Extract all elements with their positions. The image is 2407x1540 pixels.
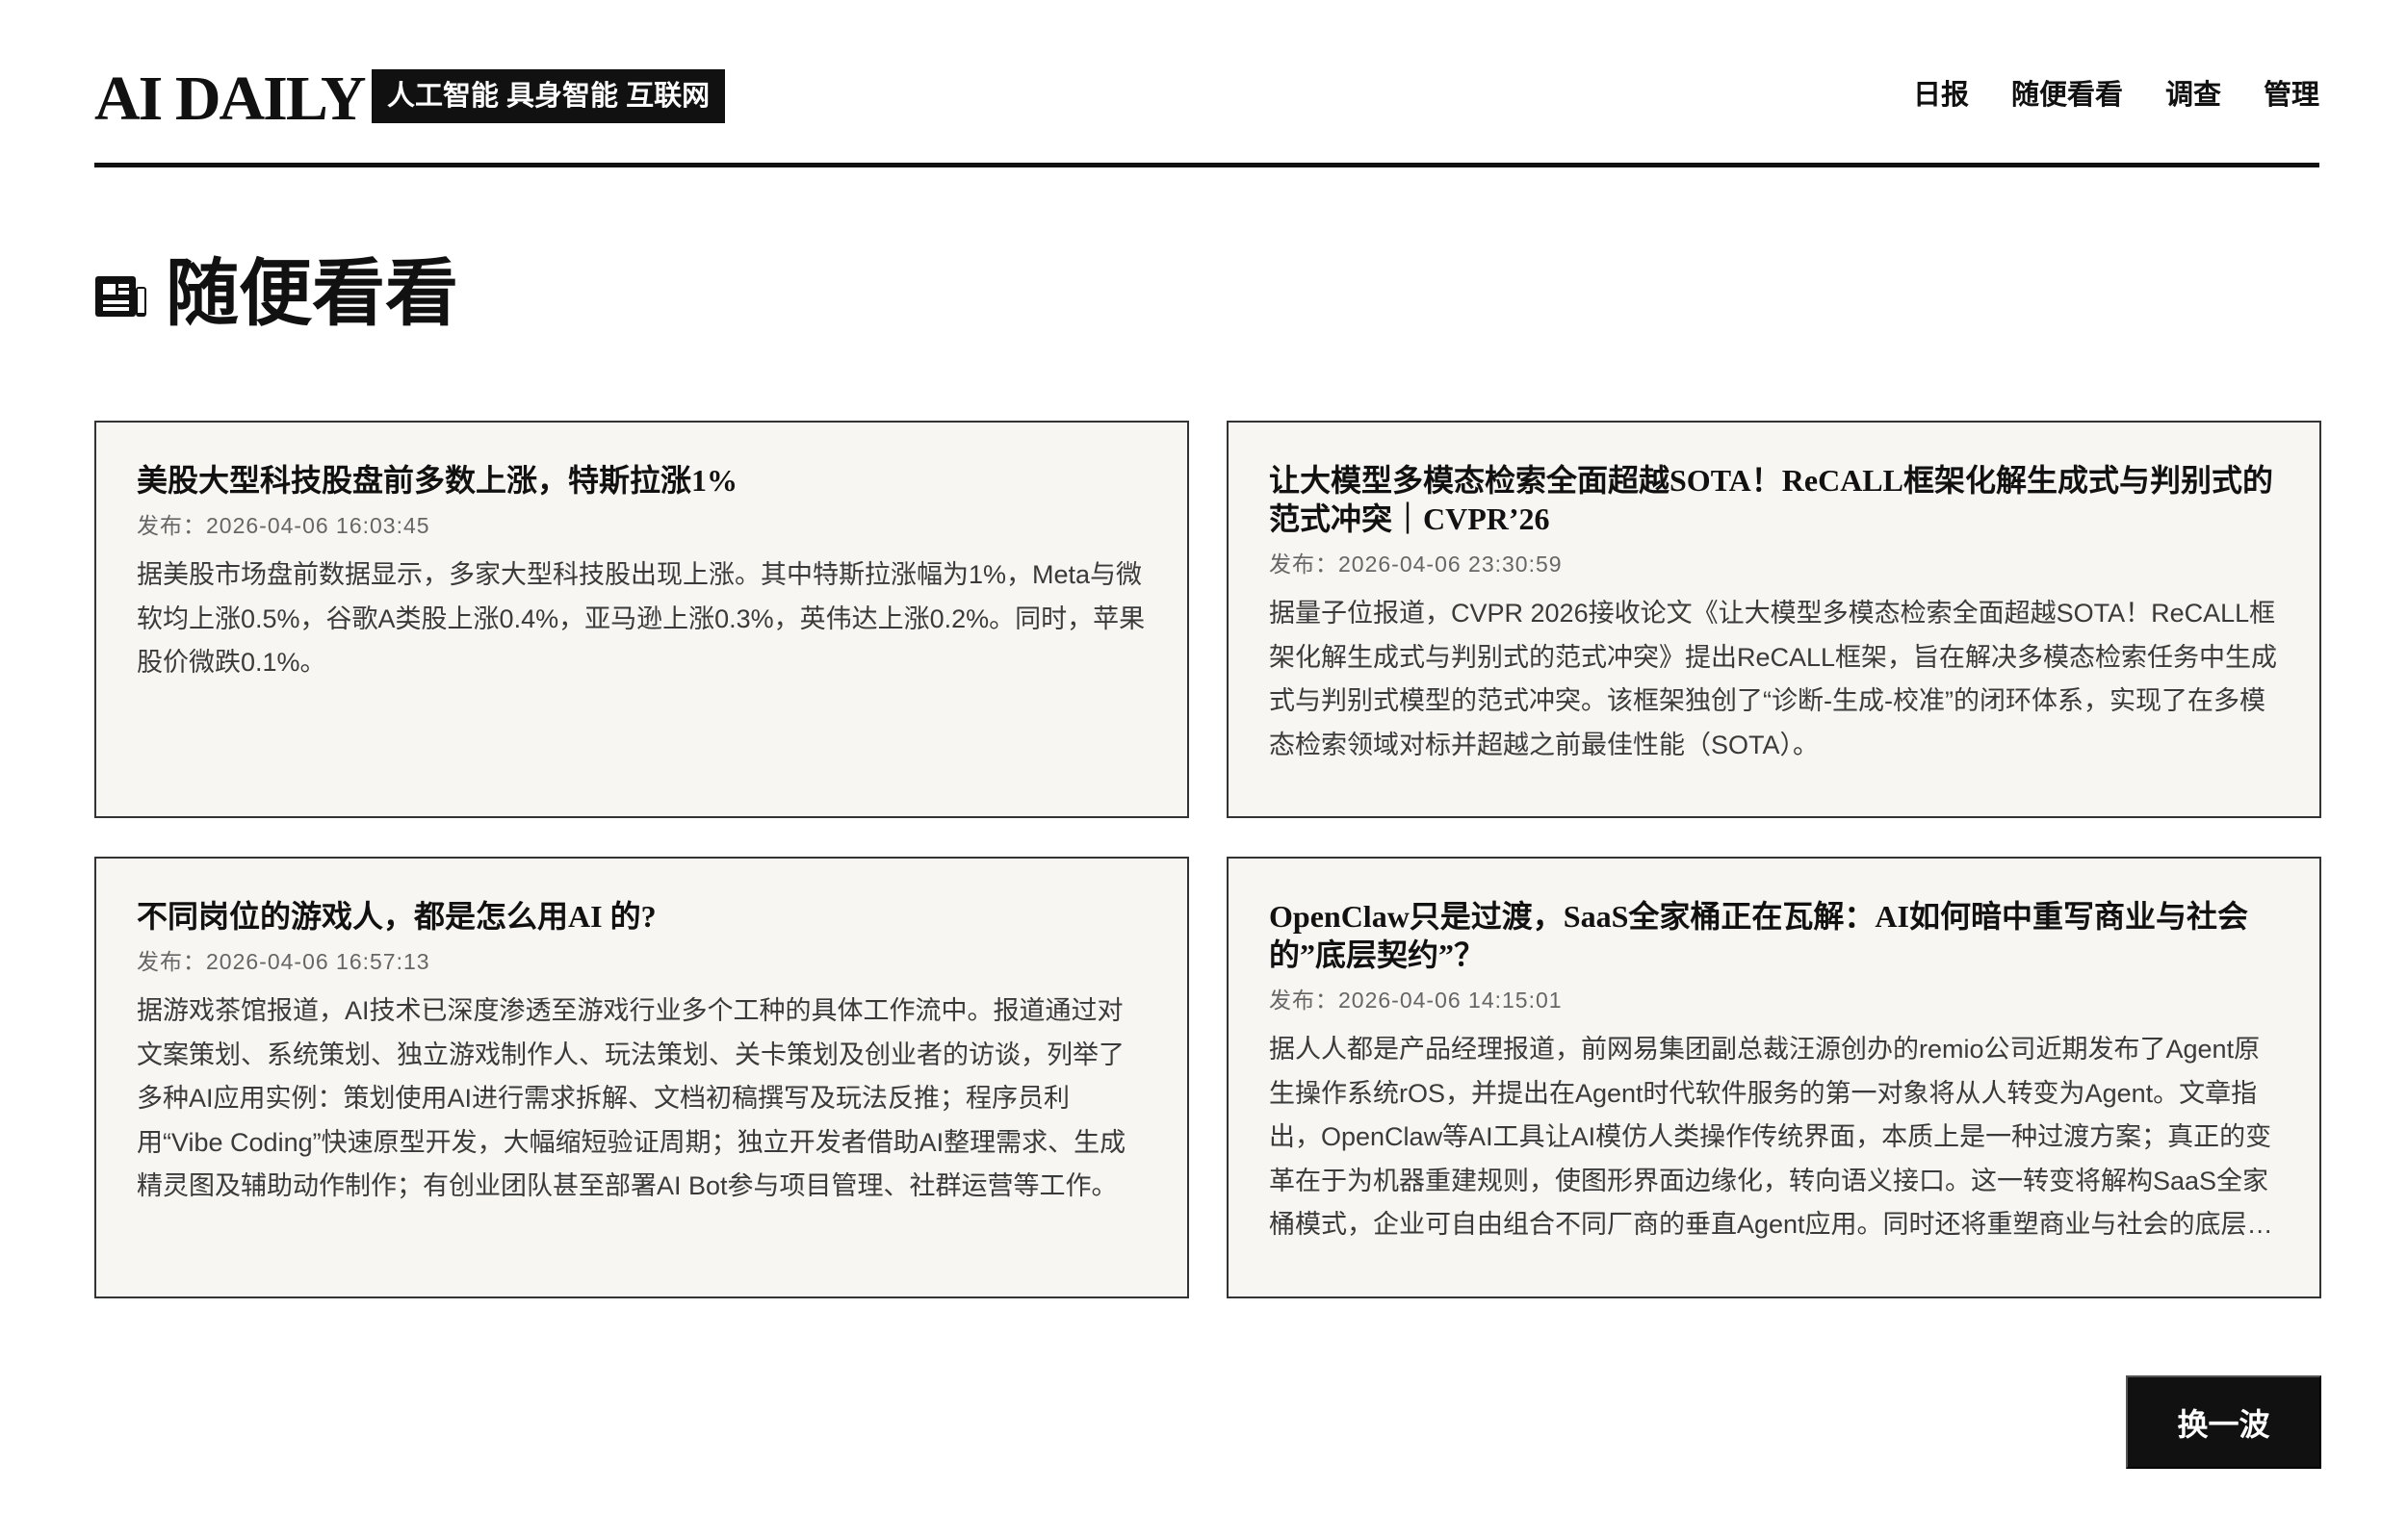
- news-card[interactable]: 让大模型多模态检索全面超越SOTA！ReCALL框架化解生成式与判别式的范式冲突…: [1227, 421, 2321, 818]
- news-card[interactable]: 不同岗位的游戏人，都是怎么用AI 的? 发布：2026-04-06 16:57:…: [94, 857, 1189, 1298]
- card-publish-date: 发布：2026-04-06 23:30:59: [1269, 552, 1563, 577]
- card-title[interactable]: 让大模型多模态检索全面超越SOTA！ReCALL框架化解生成式与判别式的范式冲突…: [1269, 461, 2281, 538]
- card-publish-date: 发布：2026-04-06 14:15:01: [1269, 988, 1563, 1013]
- card-summary: 据游戏茶馆报道，AI技术已深度渗透至游戏行业多个工种的具体工作流中。报道通过对文…: [137, 996, 1126, 1200]
- page-title-row: 随便看看: [94, 258, 458, 331]
- newspaper-icon: [95, 276, 146, 317]
- news-card[interactable]: OpenClaw只是过渡，SaaS全家桶正在瓦解：AI如何暗中重写商业与社会的”…: [1227, 857, 2321, 1298]
- card-summary: 据人人都是产品经理报道，前网易集团副总裁汪源创办的remio公司近期发布了Age…: [1269, 1035, 2273, 1239]
- nav-item-admin[interactable]: 管理: [2264, 79, 2319, 113]
- nav-item-survey[interactable]: 调查: [2165, 79, 2221, 113]
- card-title[interactable]: 美股大型科技股盘前多数上涨，特斯拉涨1%: [137, 461, 1149, 500]
- site-logo[interactable]: AI DAILY: [94, 67, 366, 131]
- main-nav: 日报 随便看看 调查 管理: [1913, 79, 2319, 113]
- refresh-button[interactable]: 换一波: [2126, 1375, 2321, 1469]
- site-tagline: 人工智能 具身智能 互联网: [372, 69, 726, 123]
- card-summary: 据美股市场盘前数据显示，多家大型科技股出现上涨。其中特斯拉涨幅为1%，Meta与…: [137, 560, 1146, 677]
- card-publish-date: 发布：2026-04-06 16:03:45: [137, 513, 430, 538]
- site-header: AI DAILY 人工智能 具身智能 互联网 日报 随便看看 调查 管理: [94, 62, 2319, 167]
- nav-item-daily[interactable]: 日报: [1913, 79, 1969, 113]
- news-card[interactable]: 美股大型科技股盘前多数上涨，特斯拉涨1% 发布：2026-04-06 16:03…: [94, 421, 1189, 818]
- card-title[interactable]: OpenClaw只是过渡，SaaS全家桶正在瓦解：AI如何暗中重写商业与社会的”…: [1269, 897, 2281, 974]
- card-publish-date: 发布：2026-04-06 16:57:13: [137, 949, 430, 974]
- card-title[interactable]: 不同岗位的游戏人，都是怎么用AI 的?: [137, 897, 1149, 936]
- page-title: 随便看看: [166, 254, 458, 335]
- card-summary: 据量子位报道，CVPR 2026接收论文《让大模型多模态检索全面超越SOTA！R…: [1269, 599, 2278, 759]
- nav-item-browse[interactable]: 随便看看: [2011, 79, 2123, 113]
